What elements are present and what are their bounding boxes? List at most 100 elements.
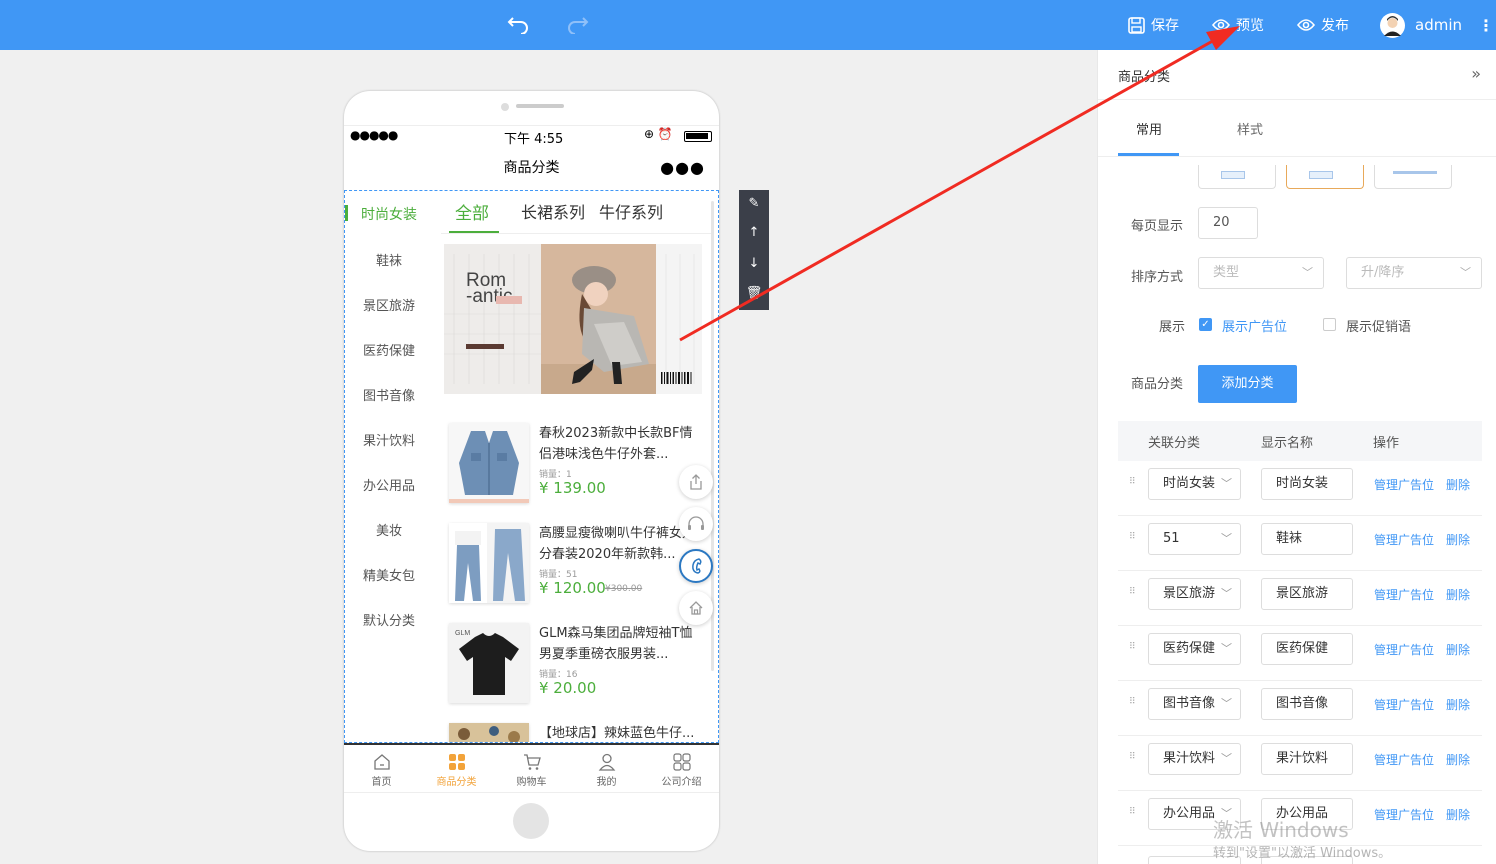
product-name: 高腰显瘦微喇叭牛仔裤女九分春装2020年新款韩...	[539, 526, 696, 562]
linked-category-select[interactable]: 图书音像 ﹀	[1148, 688, 1241, 720]
display-name-input[interactable]: 鞋袜	[1261, 523, 1353, 555]
show-promo-label[interactable]: 展示促销语	[1346, 316, 1411, 335]
tabbar-item-home[interactable]: 首页	[344, 749, 419, 788]
linked-category-select[interactable]: 果汁饮料 ﹀	[1148, 743, 1241, 775]
drag-handle-icon[interactable]: ⠿	[1129, 588, 1137, 602]
chevron-down-icon: ﹀	[1302, 266, 1313, 279]
delete-link[interactable]: 删除	[1446, 806, 1470, 823]
manage-ad-link[interactable]: 管理广告位	[1374, 806, 1434, 823]
category-grid-icon	[448, 754, 465, 770]
move-down-icon[interactable]: ↓	[739, 256, 769, 271]
delete-link[interactable]: 删除	[1446, 696, 1470, 713]
category-component[interactable]: 时尚女装 鞋袜 景区旅游 医药保健 图书音像 果汁饮料 办公用品 美妆 精美女包…	[344, 190, 719, 743]
save-button[interactable]: 保存	[1128, 0, 1179, 50]
drag-handle-icon[interactable]: ⠿	[1129, 478, 1137, 492]
linked-category-select[interactable]: 景区旅游 ﹀	[1148, 578, 1241, 610]
tab-style[interactable]: 样式	[1237, 119, 1263, 138]
manage-ad-link[interactable]: 管理广告位	[1374, 696, 1434, 713]
sidebar-item-travel[interactable]: 景区旅游	[345, 295, 433, 314]
sidebar-item-books[interactable]: 图书音像	[345, 385, 433, 404]
sidebar-item-health[interactable]: 医药保健	[345, 340, 433, 359]
linked-category-select[interactable]: 51 ﹀	[1148, 523, 1241, 555]
table-row: ⠿ 图书音像 ﹀ 图书音像 管理广告位 删除	[1118, 681, 1482, 736]
publish-button[interactable]: 发布	[1297, 0, 1349, 50]
linked-category-select[interactable]: 医药保健 ﹀	[1148, 633, 1241, 665]
sidebar-item-beauty[interactable]: 美妆	[345, 520, 433, 539]
show-ad-label[interactable]: 展示广告位	[1222, 316, 1287, 335]
layout-option-2[interactable]	[1286, 165, 1364, 189]
sidebar-item-default[interactable]: 默认分类	[345, 610, 433, 629]
redo-button[interactable]	[567, 0, 589, 50]
add-category-button[interactable]: 添加分类	[1198, 365, 1297, 403]
linked-category-select[interactable]: 时尚女装 ﹀	[1148, 468, 1241, 500]
home-float-button[interactable]	[679, 591, 713, 625]
product-item[interactable]: 春秋2023新款中长款BF情侣港味浅色牛仔外套... 销量：1 ¥ 139.00	[449, 423, 709, 509]
delete-link[interactable]: 删除	[1446, 751, 1470, 768]
sidebar-item-office[interactable]: 办公用品	[345, 475, 433, 494]
manage-ad-link[interactable]: 管理广告位	[1374, 476, 1434, 493]
display-name-input[interactable]: 果汁饮料	[1261, 743, 1353, 775]
status-bar: ●●●●● 下午 4:55 ⊕ ⏰	[344, 125, 719, 147]
delete-link[interactable]: 删除	[1446, 476, 1470, 493]
product-item[interactable]: GLM GLM森马集团品牌短袖T恤男夏季重磅衣服男装... 销量：16 ¥ 20…	[449, 623, 709, 709]
product-item[interactable]: 高腰显瘦微喇叭牛仔裤女九分春装2020年新款韩... 销量：51 ¥ 120.0…	[449, 523, 709, 609]
sidebar-item-bags[interactable]: 精美女包	[345, 565, 433, 584]
drag-handle-icon[interactable]: ⠿	[1129, 533, 1137, 547]
delete-link[interactable]: 删除	[1446, 641, 1470, 658]
show-ad-checkbox[interactable]: ✓	[1199, 318, 1212, 331]
customer-service-button[interactable]	[679, 507, 713, 541]
show-promo-checkbox[interactable]	[1323, 318, 1336, 331]
tabbar-item-category[interactable]: 商品分类	[419, 749, 494, 788]
drag-handle-icon[interactable]: ⠿	[1129, 643, 1137, 657]
headset-icon	[688, 516, 704, 530]
phone-call-button[interactable]	[679, 549, 713, 583]
drag-handle-icon[interactable]: ⠿	[1129, 698, 1137, 712]
share-button[interactable]	[679, 465, 713, 499]
delete-link[interactable]: 删除	[1446, 586, 1470, 603]
manage-ad-link[interactable]: 管理广告位	[1374, 641, 1434, 658]
ad-banner[interactable]: Rom -antic	[444, 244, 702, 394]
display-name-input[interactable]: 景区旅游	[1261, 578, 1353, 610]
tab-long-skirt[interactable]: 长裙系列	[521, 199, 585, 223]
display-name-input[interactable]: 医药保健	[1261, 633, 1353, 665]
tab-common[interactable]: 常用	[1136, 119, 1162, 138]
edit-icon[interactable]: ✎	[739, 196, 769, 211]
drag-handle-icon[interactable]: ⠿	[1129, 753, 1137, 767]
sort-order-select[interactable]: 升/降序 ﹀	[1346, 257, 1482, 289]
more-vertical-icon[interactable]: ⋮	[1478, 16, 1494, 35]
collapse-icon[interactable]: »	[1471, 64, 1481, 83]
chevron-down-icon: ﹀	[1219, 689, 1232, 719]
tab-denim[interactable]: 牛仔系列	[599, 199, 663, 223]
delete-icon[interactable]: 🗑	[739, 286, 769, 301]
display-name-input[interactable]: 图书音像	[1261, 688, 1353, 720]
drag-handle-icon[interactable]: ⠿	[1129, 808, 1137, 822]
manage-ad-link[interactable]: 管理广告位	[1374, 586, 1434, 603]
more-icon[interactable]: ●●●	[660, 151, 705, 185]
sidebar-item-drinks[interactable]: 果汁饮料	[345, 430, 433, 449]
undo-button[interactable]	[507, 0, 529, 50]
tabbar-label: 首页	[371, 777, 392, 788]
column-header: 关联分类	[1148, 436, 1201, 451]
product-item[interactable]: 【地球店】辣妹蓝色牛仔...	[449, 723, 709, 742]
layout-option-3[interactable]	[1374, 165, 1452, 189]
tabbar-item-company[interactable]: 公司介绍	[644, 749, 719, 788]
sidebar-item-fashion[interactable]: 时尚女装	[345, 204, 433, 224]
layout-option-1[interactable]	[1198, 165, 1276, 189]
preview-label: 预览	[1236, 18, 1264, 34]
tab-all[interactable]: 全部	[455, 199, 489, 224]
tabbar-item-mine[interactable]: 我的	[569, 749, 644, 788]
preview-button[interactable]: 预览	[1212, 0, 1264, 50]
sort-type-select[interactable]: 类型 ﹀	[1198, 257, 1324, 289]
display-name-input[interactable]: 时尚女装	[1261, 468, 1353, 500]
tab-underline	[1118, 153, 1179, 156]
panel-title: 商品分类	[1118, 70, 1171, 85]
delete-link[interactable]: 删除	[1446, 531, 1470, 548]
category-label: 商品分类	[1131, 377, 1184, 392]
move-up-icon[interactable]: ↑	[739, 225, 769, 240]
per-page-input[interactable]: 20	[1198, 207, 1258, 239]
user-menu[interactable]: admin ⋮	[1380, 0, 1494, 50]
tabbar-item-cart[interactable]: 购物车	[494, 749, 569, 788]
manage-ad-link[interactable]: 管理广告位	[1374, 531, 1434, 548]
manage-ad-link[interactable]: 管理广告位	[1374, 751, 1434, 768]
sidebar-item-shoes[interactable]: 鞋袜	[345, 250, 433, 269]
